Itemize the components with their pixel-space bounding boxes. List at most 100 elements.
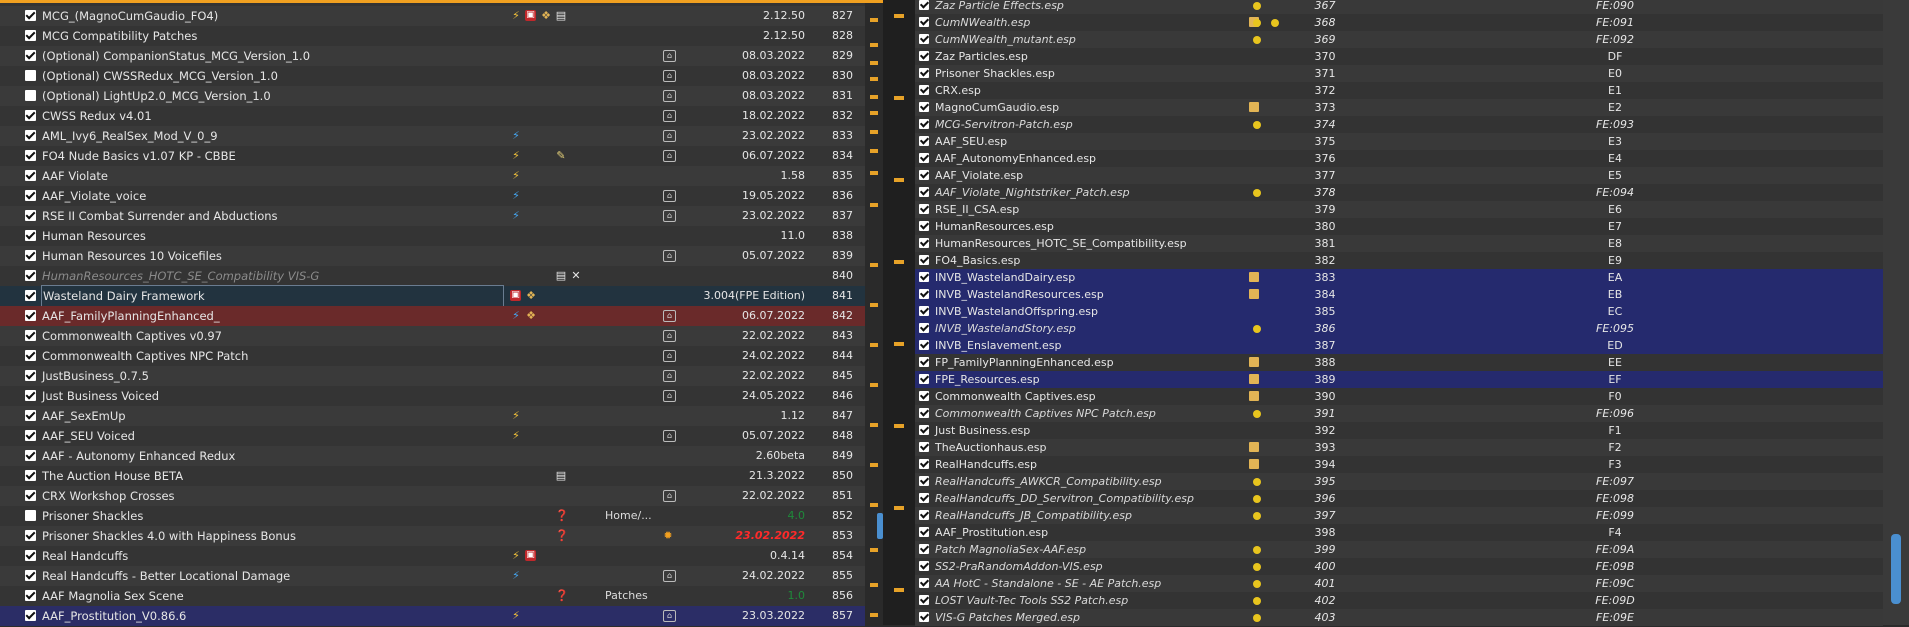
plugin-enable-checkbox[interactable] [919, 17, 929, 27]
mod-row[interactable]: (Optional) CWSSRedux_MCG_Version_1.0 ⌂ 08.… [0, 66, 865, 87]
mod-enable-checkbox[interactable] [25, 350, 36, 361]
plugin-row[interactable]: Zaz Particle Effects.esp 367 FE:090 [915, 0, 1883, 15]
plugin-enable-checkbox[interactable] [919, 85, 929, 95]
scroll-thumb[interactable] [1891, 534, 1901, 604]
plugin-row[interactable]: INVB_WastelandOffspring.esp 385 EC [915, 303, 1883, 321]
plugin-row[interactable]: RealHandcuffs_DD_Servitron_Compatibility… [915, 490, 1883, 508]
plugin-enable-checkbox[interactable] [919, 493, 929, 503]
plugin-enable-checkbox[interactable] [919, 527, 929, 537]
panel-splitter[interactable] [883, 0, 915, 625]
plugin-row[interactable]: AAF_SEU.esp 375 E3 [915, 133, 1883, 151]
plugin-row[interactable]: Prisoner Shackles.esp 371 E0 [915, 65, 1883, 83]
nexus-info-icon[interactable]: ⌂ [663, 50, 676, 62]
plugin-row[interactable]: RealHandcuffs_JB_Compatibility.esp 397 FE:… [915, 507, 1883, 525]
plugin-enable-checkbox[interactable] [919, 255, 929, 265]
mod-row[interactable]: AAF Violate ⚡ 1.58 835 [0, 166, 865, 187]
nexus-info-icon[interactable]: ⌂ [663, 250, 676, 262]
plugin-row[interactable]: CumNWealth_mutant.esp 369 FE:092 [915, 31, 1883, 49]
plugin-row[interactable]: Commonwealth Captives.esp 390 F0 [915, 388, 1883, 406]
nexus-info-icon[interactable]: ⌂ [663, 350, 676, 362]
plugin-enable-checkbox[interactable] [919, 612, 929, 622]
mod-row[interactable]: The Auction House BETA ▤ 21.3.2022 850 [0, 466, 865, 487]
nexus-info-icon[interactable]: ⌂ [663, 110, 676, 122]
mod-row[interactable]: AAF Magnolia Sex Scene ❓ Patches 1.0 856 [0, 586, 865, 607]
mod-enable-checkbox[interactable] [25, 150, 36, 161]
mod-enable-checkbox[interactable] [25, 470, 36, 481]
mod-enable-checkbox[interactable] [25, 50, 36, 61]
plugin-row[interactable]: HumanResources.esp 380 E7 [915, 218, 1883, 236]
mod-row[interactable]: AML_Ivy6_RealSex_Mod_V_0_9 ⚡ ⌂ 23.02.2022 83… [0, 126, 865, 147]
mod-enable-checkbox[interactable] [25, 70, 36, 81]
mod-enable-checkbox[interactable] [25, 250, 36, 261]
plugin-row[interactable]: TheAuctionhaus.esp 393 F2 [915, 439, 1883, 457]
nexus-info-icon[interactable]: ⌂ [663, 310, 676, 322]
plugin-row[interactable]: HumanResources_HOTC_SE_Compatibility.esp… [915, 235, 1883, 253]
nexus-info-icon[interactable]: ⌂ [663, 330, 676, 342]
plugin-row[interactable]: MagnoCumGaudio.esp 373 E2 [915, 99, 1883, 117]
plugin-row[interactable]: RealHandcuffs.esp 394 F3 [915, 456, 1883, 474]
plugin-enable-checkbox[interactable] [919, 51, 929, 61]
plugin-enable-checkbox[interactable] [919, 68, 929, 78]
plugin-enable-checkbox[interactable] [919, 204, 929, 214]
nexus-info-icon[interactable]: ⌂ [663, 430, 676, 442]
mod-row[interactable]: MCG_(MagnoCumGaudio_FO4) ⚡ ▣ ❖ ▤ 2.12.50 827 [0, 6, 865, 27]
mod-row[interactable]: AAF - Autonomy Enhanced Redux 2.60beta 849 [0, 446, 865, 467]
plugin-enable-checkbox[interactable] [919, 136, 929, 146]
plugin-row[interactable]: FP_FamilyPlanningEnhanced.esp 388 EE [915, 354, 1883, 372]
mod-enable-checkbox[interactable] [25, 290, 36, 301]
plugin-enable-checkbox[interactable] [919, 476, 929, 486]
mod-row[interactable]: JustBusiness_0.7.5 ⌂ 22.02.2022 845 [0, 366, 865, 387]
plugin-enable-checkbox[interactable] [919, 391, 929, 401]
plugin-row[interactable]: CumNWealth.esp 368 FE:091 [915, 14, 1883, 32]
plugin-row[interactable]: INVB_Enslavement.esp 387 ED [915, 337, 1883, 355]
mod-enable-checkbox[interactable] [25, 230, 36, 241]
plugin-row[interactable]: AAF_Violate_Nightstriker_Patch.esp 378 FE:… [915, 184, 1883, 202]
plugin-list-scrollbar[interactable] [1883, 0, 1909, 625]
plugin-enable-checkbox[interactable] [919, 238, 929, 248]
plugin-row[interactable]: SS2-PraRandomAddon-VIS.esp 400 FE:09B [915, 558, 1883, 576]
nexus-info-icon[interactable]: ⌂ [663, 70, 676, 82]
mod-enable-checkbox[interactable] [25, 510, 36, 521]
plugin-row[interactable]: FPE_Resources.esp 389 EF [915, 371, 1883, 389]
plugin-enable-checkbox[interactable] [919, 357, 929, 367]
plugin-row[interactable]: INVB_WastelandStory.esp 386 FE:095 [915, 320, 1883, 338]
plugin-enable-checkbox[interactable] [919, 544, 929, 554]
nexus-info-icon[interactable]: ⌂ [663, 210, 676, 222]
mod-row[interactable]: Prisoner Shackles 4.0 with Happiness Bon… [0, 526, 865, 547]
nexus-info-icon[interactable]: ⌂ [663, 490, 676, 502]
mod-row[interactable]: RSE II Combat Surrender and Abductions ⚡ ⌂… [0, 206, 865, 227]
plugin-row[interactable]: INVB_WastelandDairy.esp 383 EA [915, 269, 1883, 287]
plugin-row[interactable]: RSE_II_CSA.esp 379 E6 [915, 201, 1883, 219]
plugin-enable-checkbox[interactable] [919, 221, 929, 231]
plugin-enable-checkbox[interactable] [919, 306, 929, 316]
plugin-row[interactable]: FO4_Basics.esp 382 E9 [915, 252, 1883, 270]
mod-enable-checkbox[interactable] [25, 390, 36, 401]
plugin-row[interactable]: INVB_WastelandResources.esp 384 EB [915, 286, 1883, 304]
plugin-row[interactable]: Commonwealth Captives NPC Patch.esp 391 FE… [915, 405, 1883, 423]
mod-row[interactable]: (Optional) CompanionStatus_MCG_Version_1… [0, 46, 865, 67]
mod-enable-checkbox[interactable] [25, 170, 36, 181]
nexus-info-icon[interactable]: ⌂ [663, 90, 676, 102]
plugin-enable-checkbox[interactable] [919, 34, 929, 44]
mod-enable-checkbox[interactable] [25, 530, 36, 541]
plugin-enable-checkbox[interactable] [919, 510, 929, 520]
mod-enable-checkbox[interactable] [25, 490, 36, 501]
nexus-info-icon[interactable]: ⌂ [663, 130, 676, 142]
mod-enable-checkbox[interactable] [25, 10, 36, 21]
mod-enable-checkbox[interactable] [25, 210, 36, 221]
nexus-info-icon[interactable]: ⌂ [663, 150, 676, 162]
plugin-enable-checkbox[interactable] [919, 119, 929, 129]
mod-enable-checkbox[interactable] [25, 610, 36, 621]
plugin-enable-checkbox[interactable] [919, 374, 929, 384]
mod-row[interactable]: Human Resources 10 Voicefiles ⌂ 05.07.2022… [0, 246, 865, 267]
mod-row[interactable]: CRX Workshop Crosses ⌂ 22.02.2022 851 [0, 486, 865, 507]
plugin-row[interactable]: Patch MagnoliaSex-AAF.esp 399 FE:09A [915, 541, 1883, 559]
mod-row[interactable]: CWSS Redux v4.01 ⌂ 18.02.2022 832 [0, 106, 865, 127]
plugin-row[interactable]: LOST Vault-Tec Tools SS2 Patch.esp 402 FE:… [915, 592, 1883, 610]
mod-enable-checkbox[interactable] [25, 570, 36, 581]
mod-enable-checkbox[interactable] [25, 370, 36, 381]
mod-row[interactable]: Wasteland Dairy Framework ▣ ❖ 3.004(FPE Edi… [0, 285, 865, 307]
mod-row[interactable]: HumanResources_HOTC_SE_Compatibility VIS… [0, 266, 865, 287]
mod-enable-checkbox[interactable] [25, 550, 36, 561]
plugin-row[interactable]: CRX.esp 372 E1 [915, 82, 1883, 100]
